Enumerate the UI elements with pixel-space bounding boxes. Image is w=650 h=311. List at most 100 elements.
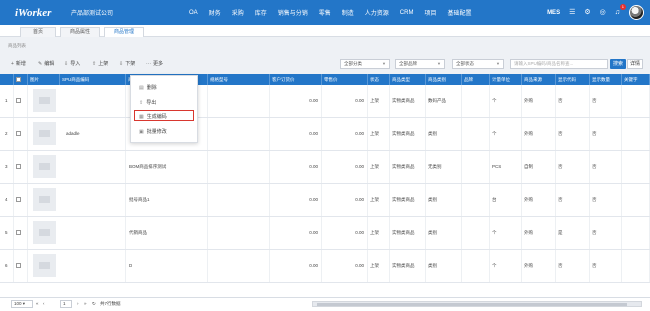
cell-status: 上架 [368, 184, 390, 216]
menu-item-export[interactable]: ⇪ 导出 [139, 99, 156, 106]
page-size-select[interactable]: 100 ▾ [11, 300, 33, 308]
table-row[interactable]: 4 批号商品1 0.00 0.00 上架 实物类商品 类别 台 外购 否 否 [0, 184, 650, 217]
table-row[interactable]: 2 adadle 0.00 0.00 上架 实物类商品 类别 个 外购 否 否 [0, 118, 650, 151]
header-status[interactable]: 状态 [368, 74, 390, 85]
header-product-type[interactable]: 商品类型 [390, 74, 426, 85]
category-select[interactable]: 全部分类 ▼ [340, 59, 390, 69]
header-source[interactable]: 商品来源 [522, 74, 556, 85]
header-category[interactable]: 商品类别 [426, 74, 462, 85]
row-checkbox[interactable] [16, 131, 21, 137]
header-brand[interactable]: 品牌 [462, 74, 490, 85]
row-checkbox[interactable] [16, 98, 21, 104]
page-number-input[interactable]: 1 [60, 300, 72, 308]
import-button[interactable]: ⇩ 导入 [64, 60, 80, 67]
row-checkbox[interactable] [16, 197, 21, 203]
row-checkbox-cell[interactable] [14, 118, 28, 150]
new-label: 新增 [15, 61, 26, 67]
product-image-placeholder[interactable] [33, 221, 56, 244]
header-retail-price[interactable]: 零售价 [322, 74, 368, 85]
next-page-button[interactable]: › [77, 301, 79, 306]
select-all-checkbox[interactable] [16, 77, 21, 83]
row-checkbox[interactable] [16, 164, 21, 170]
scrollbar-thumb[interactable] [317, 303, 627, 306]
tab-home[interactable]: 首页 [20, 27, 56, 37]
mes-link[interactable]: MES [547, 10, 560, 16]
detail-button[interactable]: 详情 [627, 59, 643, 69]
notification-bell[interactable]: ♫ 1 [615, 4, 626, 16]
header-customer-price[interactable]: 客户订货价 [270, 74, 322, 85]
tab-product-attributes[interactable]: 商品属性 [60, 27, 100, 37]
list-on-button[interactable]: ⇧ 上架 [92, 60, 108, 67]
list-off-button[interactable]: ⇩ 下架 [119, 60, 135, 67]
first-page-button[interactable]: « [36, 301, 39, 306]
prev-page-button[interactable]: ‹ [43, 301, 45, 306]
edit-button[interactable]: ✎ 编辑 [38, 60, 54, 67]
horizontal-scrollbar[interactable] [312, 301, 642, 307]
message-icon[interactable]: ◎ [600, 9, 606, 16]
list-off-label: 下架 [125, 61, 136, 67]
row-checkbox[interactable] [16, 230, 21, 236]
gear-icon[interactable]: ⚙ [584, 9, 590, 16]
status-select[interactable]: 全部状态 ▼ [452, 59, 504, 69]
top-navigation-bar: iWorker 产品部测试公司 OA 财务 采购 库存 销售与分销 零售 制造 … [0, 0, 650, 25]
table-row[interactable]: 3 BOM商品排序测试 0.00 0.00 上架 实物类商品 无类别 PCS 自… [0, 151, 650, 184]
row-checkbox[interactable] [16, 263, 21, 269]
table-row[interactable]: 6 D 0.00 0.00 上架 实物类商品 类别 个 外购 否 否 [0, 250, 650, 283]
cell-retail-price: 0.00 [322, 250, 368, 282]
more-button[interactable]: ··· 更多 [146, 60, 163, 67]
row-checkbox-cell[interactable] [14, 184, 28, 216]
product-image-placeholder[interactable] [33, 89, 56, 112]
row-checkbox-cell[interactable] [14, 217, 28, 249]
module-retail[interactable]: 零售 [319, 8, 331, 17]
brand-select[interactable]: 全部品牌 ▼ [395, 59, 445, 69]
avatar[interactable] [629, 5, 644, 20]
row-checkbox-cell[interactable] [14, 151, 28, 183]
menu-item-generate-code[interactable]: ▦ 生成编码 [139, 113, 167, 120]
row-number: 3 [0, 151, 14, 183]
new-button[interactable]: + 新增 [11, 60, 26, 67]
module-inventory[interactable]: 库存 [255, 8, 267, 17]
module-project[interactable]: 项目 [424, 8, 436, 17]
product-image-placeholder[interactable] [33, 122, 56, 145]
product-image-placeholder[interactable] [33, 254, 56, 277]
header-spu[interactable]: SPU商品编码 [60, 74, 126, 85]
app-logo[interactable]: iWorker [15, 7, 71, 19]
cell-spec [208, 151, 270, 183]
menu-icon[interactable]: ☰ [569, 9, 575, 16]
brand-select-value: 全部品牌 [399, 61, 417, 66]
header-select-all[interactable] [14, 74, 28, 85]
header-keyword[interactable]: 关键字 [622, 74, 650, 85]
row-checkbox-cell[interactable] [14, 85, 28, 117]
header-spec[interactable]: 规格型号 [208, 74, 270, 85]
module-hr[interactable]: 人力资源 [365, 8, 389, 17]
module-manufacturing[interactable]: 制造 [342, 8, 354, 17]
last-page-button[interactable]: » [84, 301, 87, 306]
table-row[interactable]: 5 代销商品 0.00 0.00 上架 实物类商品 类别 个 外购 是 否 [0, 217, 650, 250]
tab-product-management[interactable]: 商品管理 [104, 27, 144, 37]
cell-keyword [622, 118, 650, 150]
header-image[interactable]: 图片 [28, 74, 60, 85]
header-unit[interactable]: 计量单位 [490, 74, 522, 85]
refresh-icon[interactable]: ↻ [92, 301, 96, 307]
search-button[interactable]: 搜索 [610, 59, 626, 69]
module-base-config[interactable]: 基础配置 [447, 8, 471, 17]
cell-customer-price: 0.00 [270, 184, 322, 216]
status-select-value: 全部状态 [456, 61, 474, 66]
product-image-placeholder[interactable] [33, 155, 56, 178]
search-input[interactable]: 请输入SPU编码/商品名称查... [510, 59, 608, 69]
module-sales[interactable]: 销售与分销 [278, 8, 308, 17]
product-image-placeholder[interactable] [33, 188, 56, 211]
module-finance[interactable]: 财务 [209, 8, 221, 17]
menu-item-batch-edit[interactable]: ▣ 批量修改 [139, 128, 167, 135]
header-show-qty[interactable]: 显示数量 [590, 74, 622, 85]
row-checkbox-cell[interactable] [14, 250, 28, 282]
module-oa[interactable]: OA [189, 10, 198, 16]
module-crm[interactable]: CRM [400, 10, 414, 16]
module-purchase[interactable]: 采购 [232, 8, 244, 17]
header-show-code[interactable]: 显示代码 [556, 74, 590, 85]
table-row[interactable]: 1 0.00 0.00 上架 实物类商品 数码产品 个 外购 否 否 [0, 85, 650, 118]
cell-show-qty: 否 [590, 118, 622, 150]
company-name[interactable]: 产品部测试公司 [71, 8, 189, 17]
menu-item-delete[interactable]: ▤ 删除 [139, 84, 157, 91]
table-header: 图片 SPU商品编码 商品名称 规格型号 客户订货价 零售价 状态 商品类型 商… [0, 74, 650, 85]
